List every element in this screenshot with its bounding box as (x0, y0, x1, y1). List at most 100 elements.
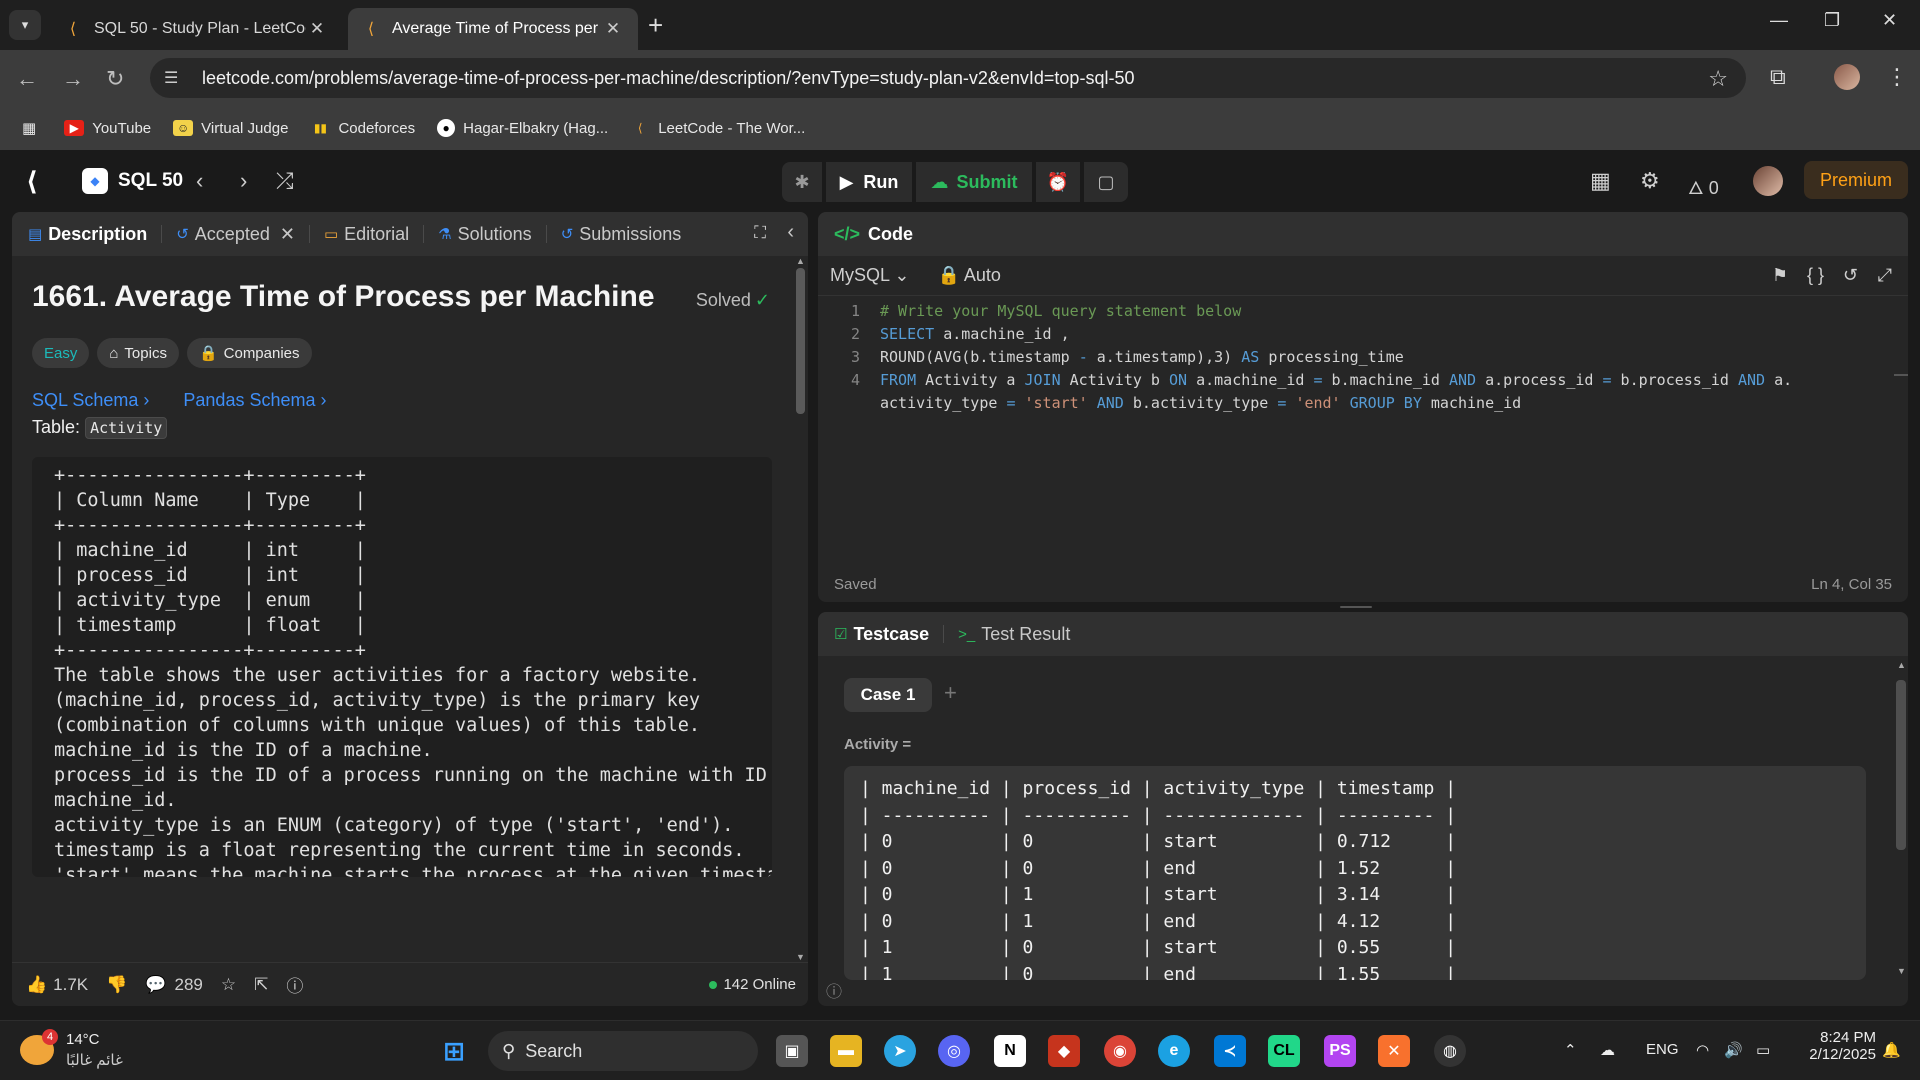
tab-test-result[interactable]: >_ Test Result (958, 624, 1070, 645)
study-plan-link[interactable]: ◆ SQL 50 (82, 168, 183, 194)
shuffle-icon[interactable]: ⤮ (276, 168, 294, 194)
user-avatar[interactable] (1753, 166, 1783, 196)
close-tab-icon[interactable]: ✕ (280, 224, 295, 245)
tab-solutions[interactable]: ⚗ Solutions (438, 224, 532, 245)
windows-start-icon[interactable]: ⊞ (438, 1035, 470, 1067)
new-tab-icon[interactable]: + (648, 10, 663, 41)
run-button[interactable]: ▶ Run (826, 162, 912, 202)
scroll-thumb[interactable] (1896, 680, 1906, 850)
timer-icon[interactable]: ⏰ (1036, 162, 1080, 202)
restore-icon[interactable]: ❐ (1824, 10, 1840, 31)
code-editor[interactable]: 1 2 3 4 # Write your MySQL query stateme… (818, 298, 1908, 558)
next-problem-icon[interactable]: › (240, 168, 247, 194)
vscode-icon[interactable]: ≺ (1214, 1035, 1246, 1067)
debug-icon[interactable]: ✱ (782, 162, 822, 202)
tab-accepted[interactable]: ↺ Accepted ✕ (176, 224, 295, 245)
companies-button[interactable]: 🔒 Companies (186, 338, 312, 368)
menu-icon[interactable]: ⋮ (1886, 64, 1908, 90)
add-case-icon[interactable]: + (944, 680, 957, 706)
like-button[interactable]: 👍 1.7K (26, 975, 88, 995)
leetcode-logo-icon[interactable]: ⟨ (26, 166, 38, 197)
case-1-tab[interactable]: Case 1 (844, 678, 932, 712)
obs-icon[interactable]: ◍ (1434, 1035, 1466, 1067)
scroll-down-icon[interactable]: ▼ (1897, 966, 1906, 976)
format-braces-icon[interactable]: { } (1807, 265, 1824, 286)
browser-tab-active[interactable]: ⟨ Average Time of Process per Ma ✕ (348, 8, 638, 50)
notification-bell-icon[interactable]: 🔔 (1882, 1041, 1901, 1059)
tray-overflow-icon[interactable]: ⌃ (1564, 1041, 1577, 1059)
chrome-icon[interactable]: ◉ (1104, 1035, 1136, 1067)
telegram-icon[interactable]: ➤ (884, 1035, 916, 1067)
browser-tab-study-plan[interactable]: ⟨ SQL 50 - Study Plan - LeetCode ✕ (50, 8, 342, 50)
forward-icon[interactable]: → (62, 66, 84, 92)
reload-icon[interactable]: ↻ (106, 66, 124, 92)
pandas-schema-link[interactable]: Pandas Schema › (183, 390, 326, 411)
scroll-thumb[interactable] (796, 268, 805, 414)
git-icon[interactable]: ◆ (1048, 1035, 1080, 1067)
scroll-up-icon[interactable]: ▲ (796, 256, 805, 266)
file-explorer-icon[interactable]: ▬ (830, 1035, 862, 1067)
reset-icon[interactable]: ↺ (1843, 265, 1858, 286)
scroll-down-icon[interactable]: ▼ (796, 952, 805, 962)
minimize-icon[interactable]: — (1770, 10, 1788, 31)
dislike-button[interactable]: 👎 (106, 975, 127, 995)
testcase-input-table[interactable]: | machine_id | process_id | activity_typ… (844, 766, 1866, 980)
editor-scrollbar[interactable] (1890, 298, 1908, 558)
profile-avatar[interactable] (1834, 64, 1860, 90)
bookmark-icon[interactable]: ⚑ (1772, 265, 1788, 286)
battery-icon[interactable]: ▭ (1756, 1041, 1770, 1059)
submit-button[interactable]: ☁ Submit (916, 162, 1032, 202)
share-icon[interactable]: ⇱ (254, 975, 268, 995)
close-tab-icon[interactable]: ✕ (602, 19, 624, 39)
close-window-icon[interactable]: ✕ (1882, 10, 1897, 31)
phpstorm-icon[interactable]: PS (1324, 1035, 1356, 1067)
onedrive-icon[interactable]: ☁ (1600, 1041, 1615, 1059)
premium-button[interactable]: Premium (1804, 161, 1908, 199)
comments-button[interactable]: 💬 289 (145, 975, 203, 995)
notion-icon[interactable]: N (994, 1035, 1026, 1067)
streak-counter[interactable]: 🜂 0 (1688, 168, 1719, 205)
prev-problem-icon[interactable]: ‹ (196, 168, 203, 194)
tab-editorial[interactable]: ▭ Editorial (324, 224, 409, 245)
maximize-icon[interactable]: ⛶ (754, 223, 766, 243)
task-view-icon[interactable]: ▣ (776, 1035, 808, 1067)
taskbar-search[interactable]: ⚲ Search (488, 1031, 758, 1071)
resize-handle[interactable] (1340, 606, 1372, 608)
tab-description[interactable]: ▤ Description (28, 224, 147, 245)
notes-icon[interactable]: ▢ (1084, 162, 1128, 202)
expand-icon[interactable]: ⤢ (1878, 265, 1892, 286)
discord-icon[interactable]: ◎ (938, 1035, 970, 1067)
tab-submissions[interactable]: ↺ Submissions (561, 224, 682, 245)
close-tab-icon[interactable]: ✕ (306, 19, 328, 39)
edge-icon[interactable]: e (1158, 1035, 1190, 1067)
language-indicator[interactable]: ENG (1646, 1041, 1679, 1058)
tab-search-button[interactable]: ▾ (9, 10, 41, 40)
sql-schema-link[interactable]: SQL Schema › (32, 390, 149, 411)
language-select[interactable]: MySQL ⌄ (830, 265, 909, 286)
topics-button[interactable]: ⌂ Topics (97, 338, 179, 368)
auto-mode[interactable]: 🔒 Auto (937, 265, 1000, 286)
bookmark-leetcode[interactable]: ⟨ LeetCode - The Wor... (630, 120, 805, 137)
bookmark-youtube[interactable]: ▶ YouTube (64, 120, 151, 137)
clock[interactable]: 8:24 PM 2/12/2025 (1796, 1029, 1876, 1063)
site-info-icon[interactable]: ☰ (164, 68, 188, 88)
settings-gear-icon[interactable]: ⚙ (1640, 168, 1660, 194)
apps-grid-icon[interactable]: ▦ (22, 119, 36, 137)
bookmark-star-icon[interactable]: ☆ (1708, 66, 1728, 92)
back-icon[interactable]: ← (16, 66, 38, 92)
volume-icon[interactable]: 🔊 (1724, 1041, 1743, 1059)
bookmark-codeforces[interactable]: ▮▮ Codeforces (310, 120, 415, 137)
wifi-icon[interactable]: ◠ (1696, 1041, 1709, 1059)
help-icon[interactable]: ⓘ (826, 978, 842, 1002)
bookmark-github[interactable]: ● Hagar-Elbakry (Hag... (437, 119, 608, 137)
layout-icon[interactable]: ▦ (1590, 168, 1611, 194)
scroll-up-icon[interactable]: ▲ (1897, 660, 1906, 670)
tab-testcase[interactable]: ☑ Testcase (834, 624, 929, 645)
collapse-icon[interactable]: ‹ (787, 221, 794, 244)
xampp-icon[interactable]: ✕ (1378, 1035, 1410, 1067)
favorite-star-icon[interactable]: ☆ (221, 975, 236, 995)
help-icon[interactable]: ⓘ (286, 972, 303, 997)
url-input[interactable]: ☰ leetcode.com/problems/average-time-of-… (150, 58, 1746, 98)
bookmark-virtual-judge[interactable]: ☺ Virtual Judge (173, 120, 288, 137)
extensions-icon[interactable]: ⧉ (1770, 64, 1786, 90)
